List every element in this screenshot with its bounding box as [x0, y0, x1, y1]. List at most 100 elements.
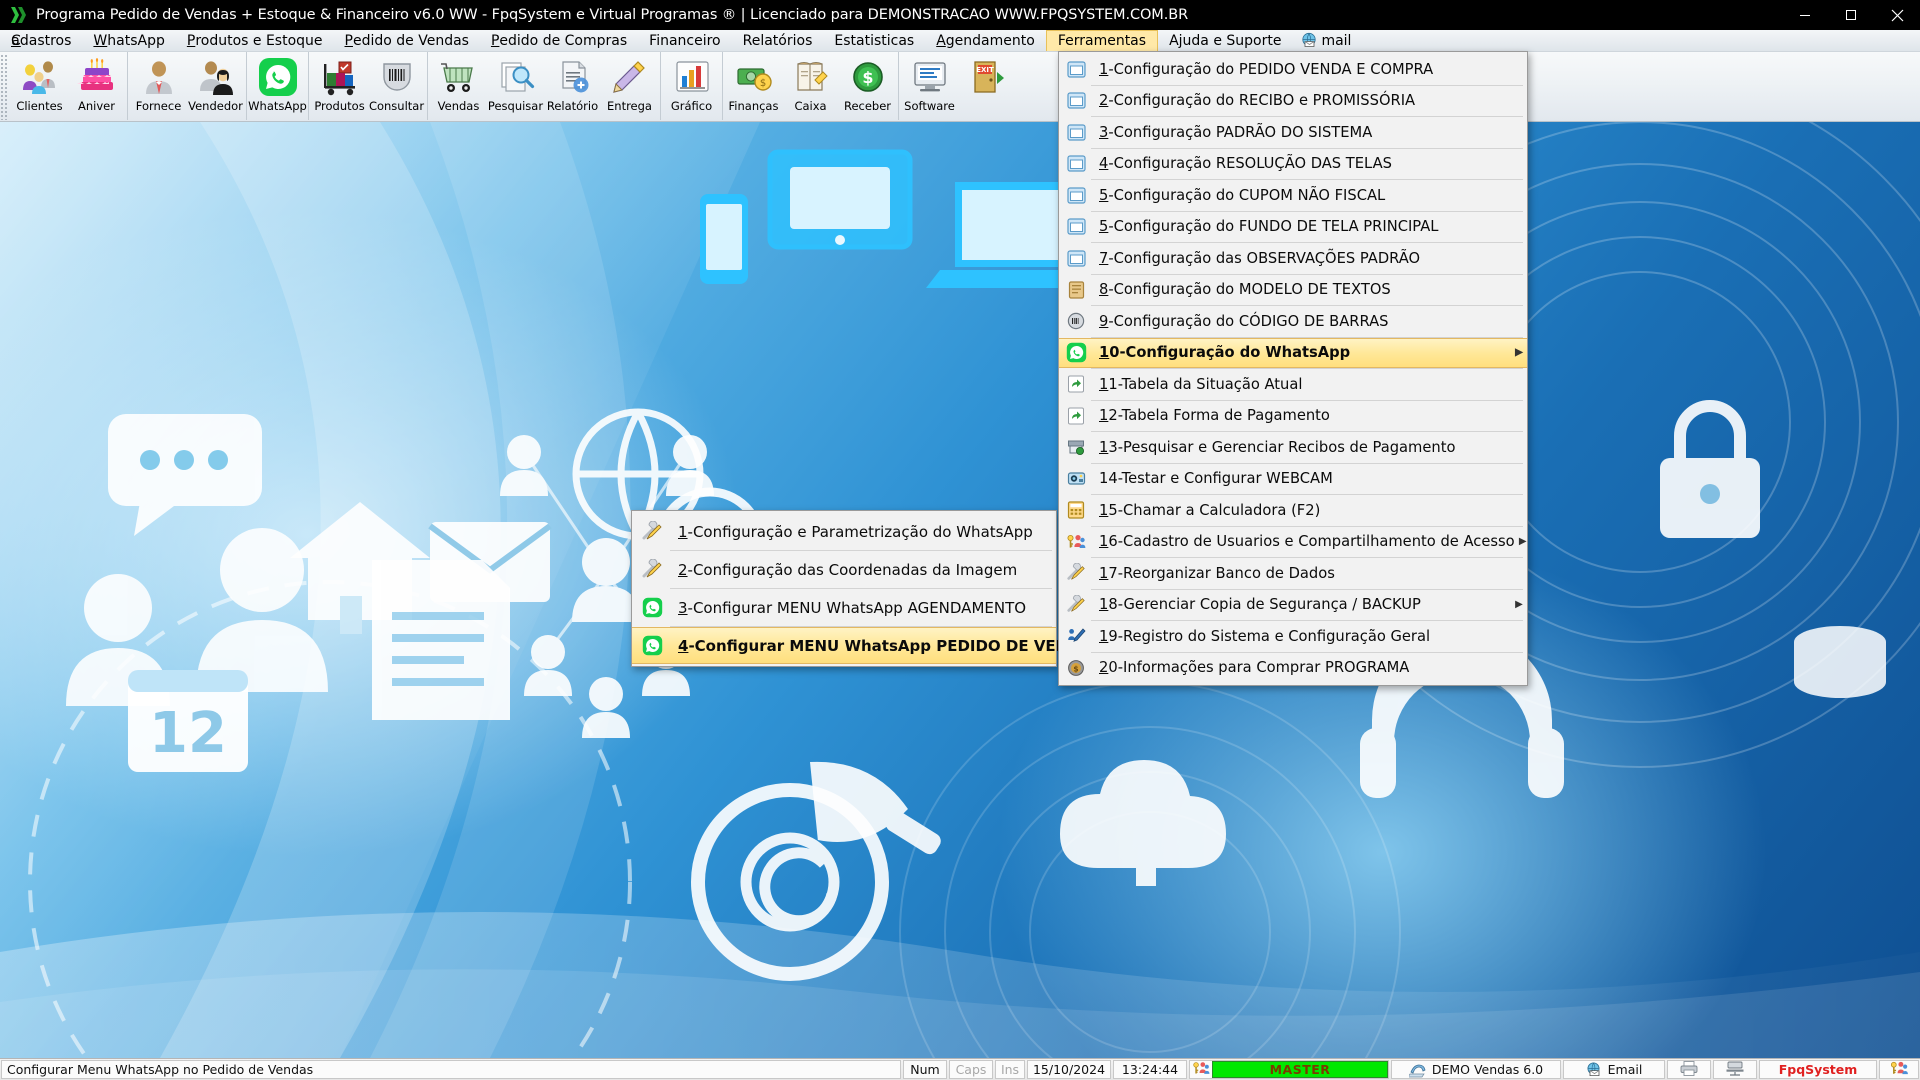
toolbar-label: Software [904, 99, 955, 113]
menu-item-3[interactable]: 3-Configuração PADRÃO DO SISTEMA [1059, 117, 1527, 148]
toolbar-label: Aniver [78, 99, 115, 113]
menu-item-5[interactable]: 5-Configuração do CUPOM NÃO FISCAL [1059, 180, 1527, 211]
menu-item-1[interactable]: 1-Configuração do PEDIDO VENDA E COMPRA [1059, 54, 1527, 85]
maximize-button[interactable] [1828, 0, 1874, 30]
menu-item-4[interactable]: 4-Configuração RESOLUÇÃO DAS TELAS [1059, 149, 1527, 180]
mdi-client-area: 12 1-Configuração e Parametrização do Wh… [0, 122, 1920, 1058]
toolbar-button-receber[interactable]: $ Receber [839, 52, 896, 120]
menubar-item-ferramentas[interactable]: Ferramentas [1045, 30, 1159, 51]
menu-item-11[interactable]: 11-Tabela da Situação Atual [1059, 369, 1527, 400]
status-demo-label: DEMO Vendas 6.0 [1431, 1062, 1544, 1077]
menu-label: 1-Configuração do PEDIDO VENDA E COMPRA [1099, 60, 1434, 78]
toolbar-button-relatorio[interactable]: Relatório [544, 52, 601, 120]
report-printer-icon [552, 56, 594, 98]
menubar-item-whatsapp[interactable]: WhatsApp [82, 30, 175, 51]
menu-item-19[interactable]: 19-Registro do Sistema e Configuração Ge… [1059, 621, 1527, 652]
barcode-round-icon [1061, 312, 1091, 330]
menu-item-6[interactable]: 5-Configuração do FUNDO DE TELA PRINCIPA… [1059, 212, 1527, 243]
window-blue-icon [1061, 124, 1091, 141]
window-controls [1782, 0, 1920, 30]
demo-icon [1408, 1062, 1427, 1078]
toolbar-button-whatsapp[interactable]: WhatsApp [248, 52, 307, 120]
toolbar-button-fornece[interactable]: Fornece [130, 52, 187, 120]
toolbar: Clientes Aniver Fornece Vendedor WhatsAp… [0, 52, 1920, 122]
toolbar-button-aniver[interactable]: Aniver [68, 52, 125, 120]
submenu-item-1[interactable]: 1-Configuração e Parametrização do Whats… [632, 513, 1056, 550]
svg-text:$: $ [759, 78, 765, 89]
toolbar-button-produtos[interactable]: Produtos [311, 52, 368, 120]
toolbar-button-exit[interactable]: EXIT [958, 52, 1015, 120]
webcam-icon [1061, 470, 1091, 487]
menu-label: 5-Configuração do FUNDO DE TELA PRINCIPA… [1099, 218, 1439, 236]
status-ins-indicator: Ins [995, 1060, 1025, 1079]
toolbar-button-grafico[interactable]: Gráfico [663, 52, 720, 120]
status-network-button[interactable] [1713, 1060, 1757, 1079]
menu-item-8[interactable]: 8-Configuração do MODELO DE TEXTOS [1059, 275, 1527, 306]
users-key-icon [1061, 533, 1091, 551]
toolbar-button-consultar[interactable]: Consultar [368, 52, 425, 120]
menu-item-18[interactable]: 18-Gerenciar Copia de Segurança / BACKUP… [1059, 590, 1527, 621]
menubar-item-ajuda-suporte[interactable]: Ajuda e Suporte [1158, 30, 1292, 51]
menu-item-2[interactable]: 2-Configuração do RECIBO e PROMISSÓRIA [1059, 86, 1527, 117]
submenu-label: 4-Configurar MENU WhatsApp PEDIDO DE VEN… [678, 636, 1104, 655]
menubar-item-cadastros[interactable]: CCadastrosadastros [0, 30, 82, 51]
status-master-badge: MASTER [1212, 1061, 1388, 1078]
menu-item-15[interactable]: 15-Chamar a Calculadora (F2) [1059, 495, 1527, 526]
toolbar-label: Entrega [607, 99, 652, 113]
submenu-item-3[interactable]: 3-Configurar MENU WhatsApp AGENDAMENTO [632, 589, 1056, 626]
toolbar-button-software[interactable]: Software [901, 52, 958, 120]
whatsapp-icon [257, 56, 299, 98]
toolbar-grip[interactable] [0, 54, 9, 120]
menubar-item-agendamento[interactable]: Agendamento [925, 30, 1046, 51]
svg-text:12: 12 [149, 701, 227, 766]
status-printer-button[interactable] [1667, 1060, 1711, 1079]
svg-text:EXIT: EXIT [976, 66, 994, 74]
products-cart-icon [319, 56, 361, 98]
toolbar-button-financas[interactable]: $ Finanças [725, 52, 782, 120]
submenu-item-2[interactable]: 2-Configuração das Coordenadas da Imagem [632, 551, 1056, 588]
toolbar-button-vendedor[interactable]: Vendedor [187, 52, 244, 120]
toolbar-group-sistema: Software EXIT [899, 52, 1017, 120]
menu-item-14[interactable]: 14-Testar e Configurar WEBCAM [1059, 464, 1527, 495]
submenu-item-4-selected[interactable]: 4-Configurar MENU WhatsApp PEDIDO DE VEN… [632, 627, 1103, 664]
menu-item-17[interactable]: 17-Reorganizar Banco de Dados [1059, 558, 1527, 589]
status-email-cell[interactable]: Email [1563, 1060, 1665, 1079]
menu-item-10-whatsapp-selected[interactable]: 10-Configuração do WhatsApp ▶ [1059, 337, 1527, 368]
menu-item-9[interactable]: 9-Configuração do CÓDIGO DE BARRAS [1059, 306, 1527, 337]
status-num-indicator: Num [903, 1060, 947, 1079]
menubar-item-produtos-estoque[interactable]: Produtos e Estoque [176, 30, 334, 51]
menu-item-20[interactable]: $ 20-Informações para Comprar PROGRAMA [1059, 653, 1527, 684]
menubar-item-pedido-compras[interactable]: Pedido de Compras [480, 30, 638, 51]
status-demo-cell[interactable]: DEMO Vendas 6.0 [1391, 1060, 1561, 1079]
minimize-button[interactable] [1782, 0, 1828, 30]
menubar-item-pedido-vendas[interactable]: Pedido de Vendas [334, 30, 480, 51]
menu-label: 11-Tabela da Situação Atual [1099, 375, 1303, 393]
supplier-person-icon [138, 56, 180, 98]
menubar-item-financeiro[interactable]: Financeiro [638, 30, 731, 51]
exit-door-icon: EXIT [966, 56, 1008, 98]
menubar-item-estatisticas[interactable]: Estatisticas [823, 30, 925, 51]
tools-icon [1061, 563, 1091, 583]
menubar-item-relatorios[interactable]: Relatórios [732, 30, 824, 51]
toolbar-button-pesquisar[interactable]: Pesquisar [487, 52, 544, 120]
toolbar-button-clientes[interactable]: Clientes [11, 52, 68, 120]
birthday-cake-icon [76, 56, 118, 98]
menu-label: 8-Configuração do MODELO DE TEXTOS [1099, 281, 1391, 299]
close-button[interactable] [1874, 0, 1920, 30]
menubar-item-email[interactable]: mail [1292, 30, 1362, 51]
toolbar-button-entrega[interactable]: Entrega [601, 52, 658, 120]
menu-item-7[interactable]: 7-Configuração das OBSERVAÇÕES PADRÃO [1059, 243, 1527, 274]
menu-item-12[interactable]: 12-Tabela Forma de Pagamento [1059, 401, 1527, 432]
menubar-email-label: mail [1321, 32, 1352, 49]
users-key-icon [1889, 1060, 1909, 1080]
menu-item-13[interactable]: 13-Pesquisar e Gerenciar Recibos de Paga… [1059, 432, 1527, 463]
menu-label: 5-Configuração do CUPOM NÃO FISCAL [1099, 186, 1386, 204]
toolbar-label: Relatório [546, 99, 599, 113]
toolbar-button-caixa[interactable]: Caixa [782, 52, 839, 120]
toolbar-group-produtos: Produtos Consultar [309, 52, 428, 120]
register-pen-icon [1061, 627, 1091, 645]
toolbar-label: Caixa [794, 99, 827, 113]
toolbar-button-vendas[interactable]: Vendas [430, 52, 487, 120]
menu-item-16[interactable]: 16-Cadastro de Usuarios e Compartilhamen… [1059, 527, 1527, 558]
status-users-button[interactable] [1879, 1060, 1919, 1079]
